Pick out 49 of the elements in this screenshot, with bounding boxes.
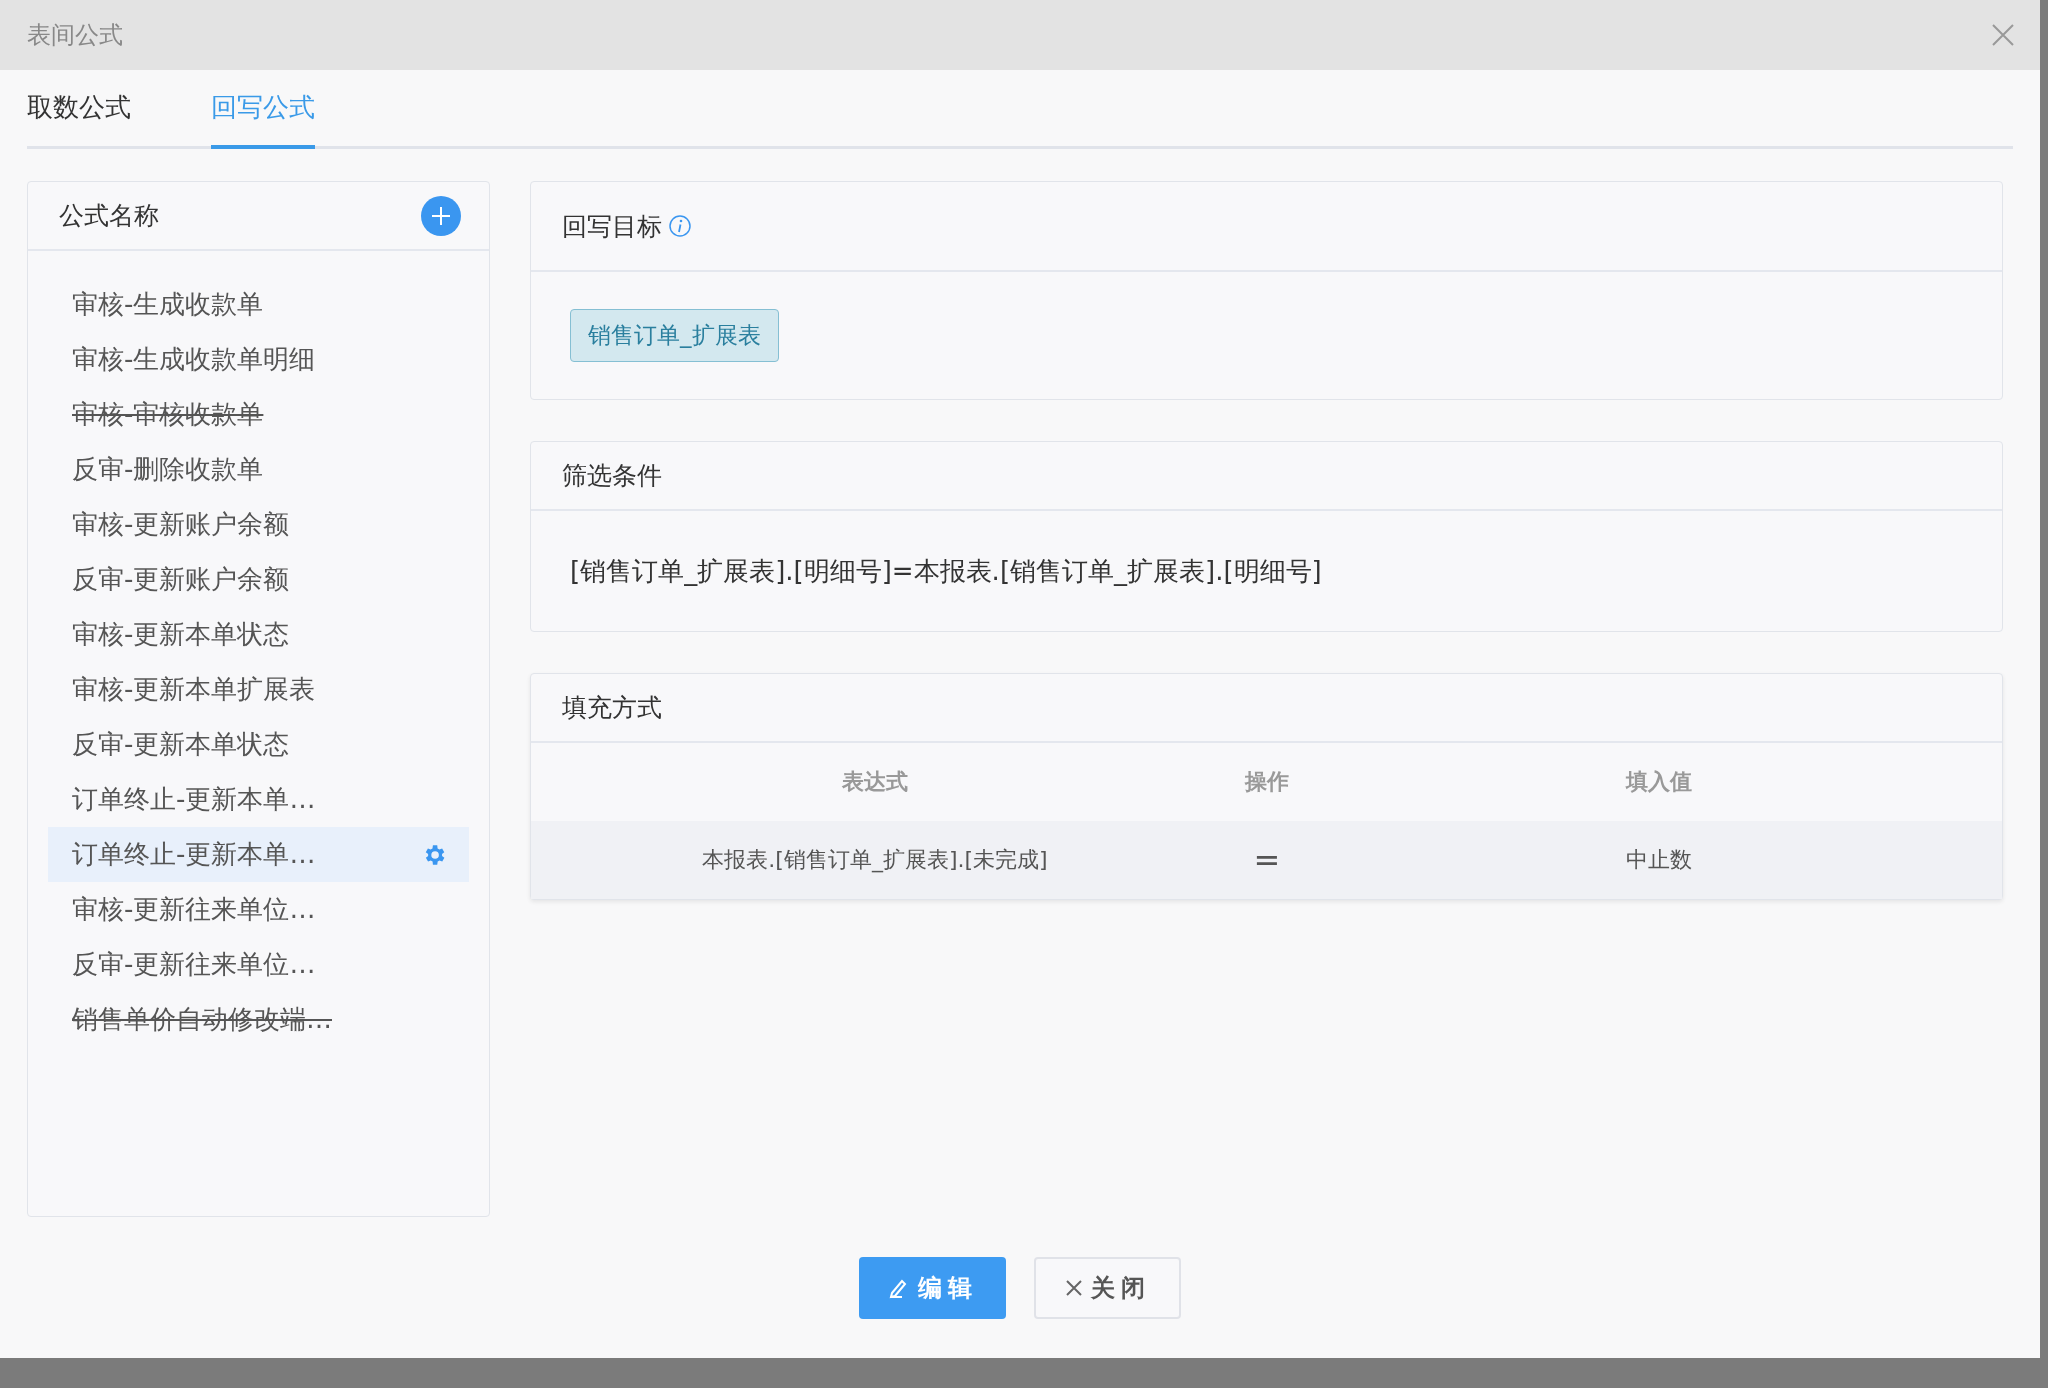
formula-item[interactable]: 审核-审核收款单 — [48, 387, 469, 442]
formula-item[interactable]: 审核-更新往来单位… — [48, 882, 469, 937]
formula-name: 审核-更新往来单位… — [72, 893, 316, 926]
table-cell: 本报表.[销售订单_扩展表].[未完成] — [531, 821, 1219, 899]
column-header: 填入值 — [1624, 768, 1693, 796]
formula-item[interactable]: 反审-更新本单状态 — [48, 717, 469, 772]
formula-item[interactable]: 审核-生成收款单 — [48, 277, 469, 332]
table-cell: 中止数 — [1315, 821, 2002, 899]
formula-name: 销售单价自动修改端… — [72, 1003, 332, 1036]
close-dialog-button[interactable]: 关闭 — [1034, 1257, 1181, 1319]
formula-item[interactable]: 反审-更新往来单位… — [48, 937, 469, 992]
card-title: 填充方式 — [562, 692, 662, 724]
formula-item[interactable]: 审核-更新本单扩展表 — [48, 662, 469, 717]
window-title: 表间公式 — [27, 20, 123, 51]
formula-item[interactable]: 订单终止-更新本单… — [48, 827, 469, 882]
info-icon[interactable] — [668, 214, 692, 238]
formula-name: 订单终止-更新本单… — [72, 838, 316, 871]
table-cell: = — [1219, 821, 1315, 899]
card-title: 回写目标 — [562, 210, 662, 243]
card-title: 筛选条件 — [562, 460, 662, 492]
formula-name: 审核-更新账户余额 — [72, 508, 290, 541]
formula-name: 审核-生成收款单明细 — [72, 343, 316, 376]
close-icon — [1990, 22, 2016, 48]
formula-name: 审核-更新本单扩展表 — [72, 673, 316, 706]
filter-expression: [销售订单_扩展表].[明细号]=本报表.[销售订单_扩展表].[明细号] — [570, 554, 1322, 588]
formula-name: 反审-更新账户余额 — [72, 563, 290, 596]
formula-name: 反审-更新往来单位… — [72, 948, 316, 981]
plus-icon — [430, 204, 452, 227]
close-button[interactable] — [1990, 22, 2016, 48]
target-tag: 销售订单_扩展表 — [570, 309, 779, 362]
formula-item[interactable]: 反审-更新账户余额 — [48, 552, 469, 607]
formula-name: 反审-删除收款单 — [72, 453, 264, 486]
column-header: 操作 — [1243, 768, 1290, 796]
column-header: 表达式 — [841, 768, 909, 796]
formula-item[interactable]: 反审-删除收款单 — [48, 442, 469, 497]
formula-item[interactable]: 审核-更新账户余额 — [48, 497, 469, 552]
formula-name: 审核-生成收款单 — [72, 288, 264, 321]
panel-title: 公式名称 — [59, 200, 159, 232]
close-icon — [1064, 1279, 1083, 1297]
formula-item[interactable]: 销售单价自动修改端… — [48, 992, 469, 1047]
add-button[interactable] — [421, 195, 461, 236]
formula-name: 审核-更新本单状态 — [72, 618, 290, 651]
formula-name: 审核-审核收款单 — [72, 398, 264, 431]
formula-item[interactable]: 订单终止-更新本单… — [48, 772, 469, 827]
formula-item[interactable]: 审核-更新本单状态 — [48, 607, 469, 662]
formula-name: 反审-更新本单状态 — [72, 728, 290, 761]
formula-name: 订单终止-更新本单… — [72, 783, 316, 816]
tab[interactable]: 取数公式 — [27, 70, 131, 149]
formula-item[interactable]: 审核-生成收款单明细 — [48, 332, 469, 387]
